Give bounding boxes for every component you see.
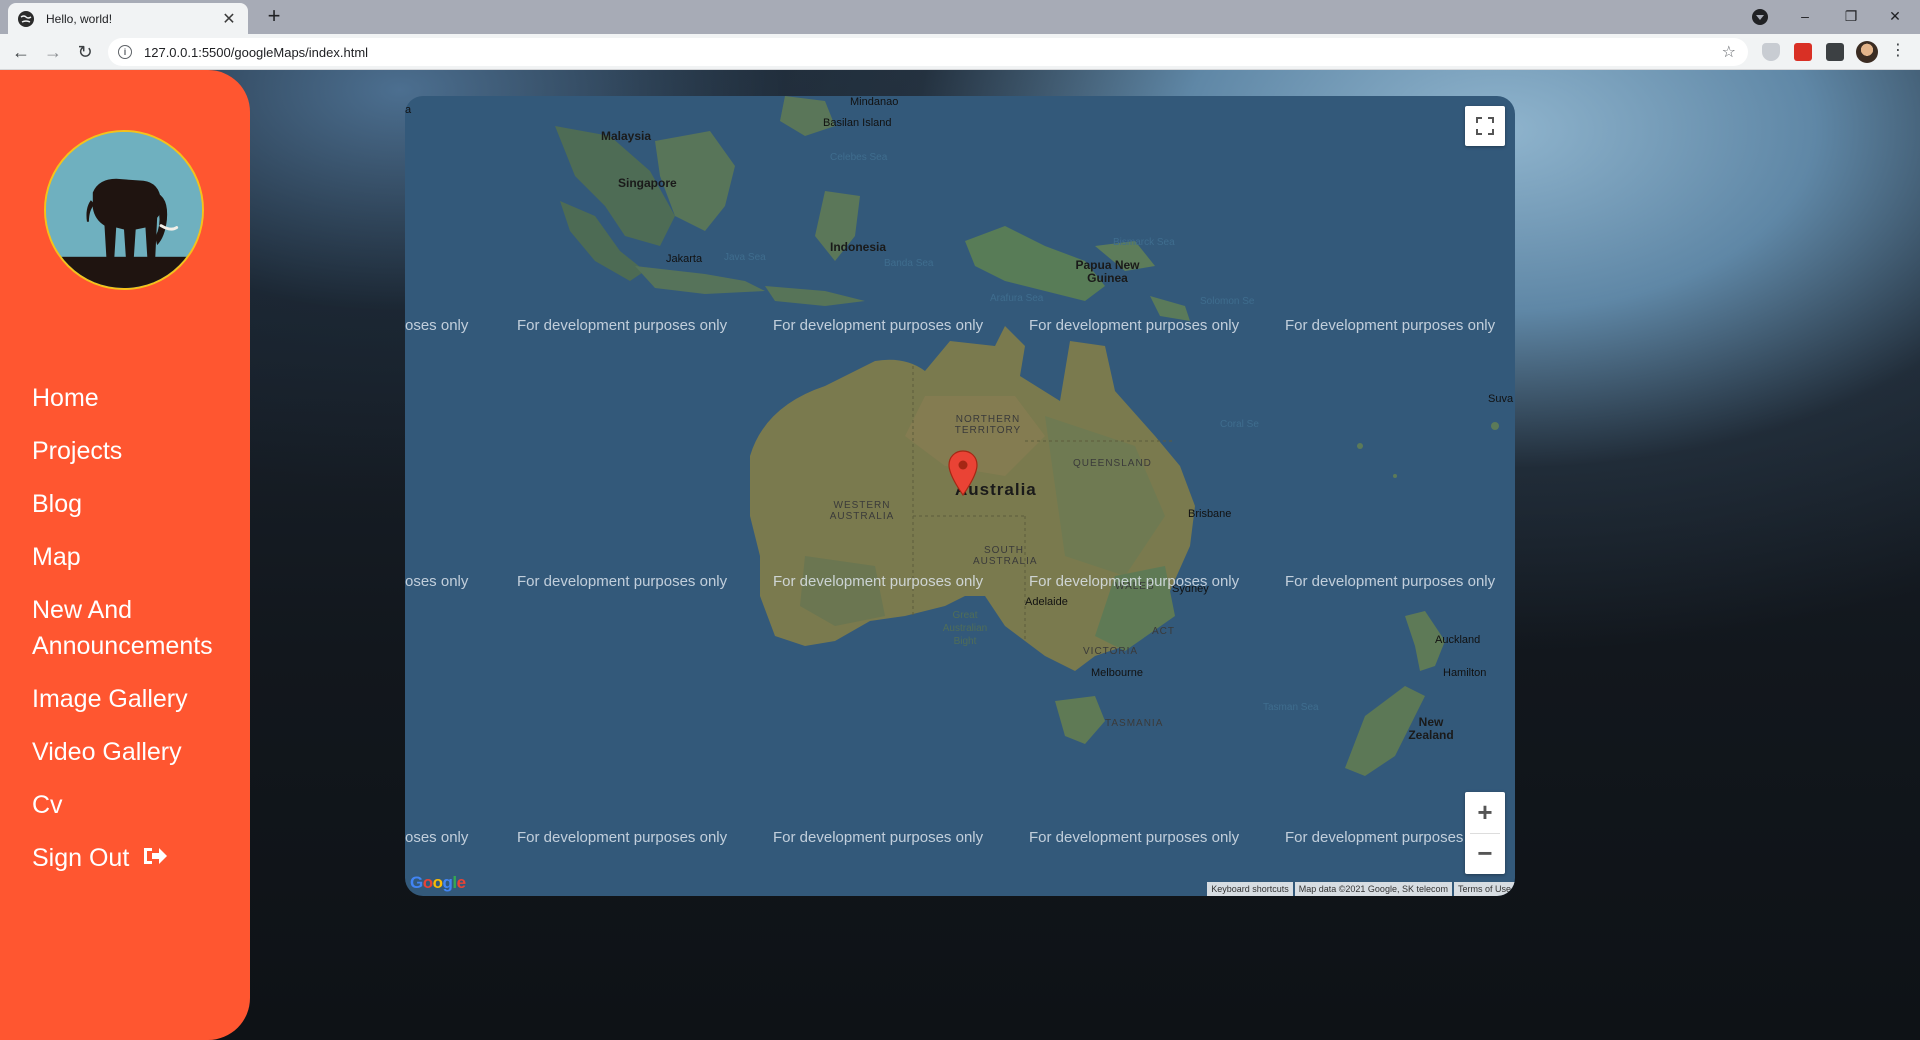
nav-map[interactable]: Map <box>32 539 232 575</box>
elephant-avatar <box>44 130 204 290</box>
kebab-menu-icon[interactable]: ⋮ <box>1890 42 1906 60</box>
dev-watermark: oses only <box>405 829 469 846</box>
map-marker-icon[interactable] <box>948 450 978 496</box>
dev-watermark: For development purposes only <box>517 829 728 846</box>
keyboard-shortcuts-link[interactable]: Keyboard shortcuts <box>1207 882 1293 896</box>
profile-avatar[interactable] <box>1856 41 1878 63</box>
address-bar[interactable]: i 127.0.0.1:5500/googleMaps/index.html ☆ <box>108 38 1748 66</box>
dev-watermark: For development purposes only <box>1029 317 1240 334</box>
label-victoria: VICTORIA <box>1083 646 1139 657</box>
restore-button[interactable]: ❐ <box>1836 4 1866 28</box>
label-basilan: Basilan Island <box>823 117 892 129</box>
red-extension-icon[interactable] <box>1794 43 1812 61</box>
label-arafura-sea: Arafura Sea <box>990 293 1044 304</box>
nav-news-announcements[interactable]: New And Announcements <box>32 592 232 664</box>
label-banda-sea: Banda Sea <box>884 258 934 269</box>
nav-blog[interactable]: Blog <box>32 486 232 522</box>
window-close-button[interactable]: ✕ <box>1880 4 1910 28</box>
nav-image-gallery[interactable]: Image Gallery <box>32 681 232 717</box>
puzzle-extensions-icon[interactable] <box>1826 43 1844 61</box>
sign-out-icon <box>142 841 168 877</box>
dev-watermark: For development purposes only <box>1285 829 1496 846</box>
label-tasmania: TASMANIA <box>1105 718 1164 729</box>
back-button[interactable]: ← <box>8 40 34 64</box>
label-coral-sea: Coral Se <box>1220 419 1259 430</box>
label-celebes-sea: Celebes Sea <box>830 152 888 163</box>
label-act: ACT <box>1152 626 1175 637</box>
browser-tabstrip: Hello, world! ✕ + – ❐ ✕ <box>0 0 1920 34</box>
label-java-sea: Java Sea <box>724 252 766 263</box>
dev-watermark: For development purposes only <box>1029 829 1240 846</box>
zoom-in-button[interactable]: + <box>1465 793 1505 833</box>
label-tasman-sea: Tasman Sea <box>1263 702 1319 713</box>
zoom-out-button[interactable]: − <box>1465 834 1505 874</box>
info-icon[interactable]: i <box>118 45 132 59</box>
label-south-australia: SOUTH AUSTRALIA <box>973 545 1038 567</box>
label-great-australian-bight: Great Australian Bight <box>942 610 988 647</box>
zoom-control: + − <box>1465 792 1505 874</box>
dev-watermark: For development purposes only <box>773 573 984 590</box>
label-bismarck-sea: Bismarck Sea <box>1113 237 1175 248</box>
google-logo[interactable]: Google <box>410 873 466 893</box>
fullscreen-button[interactable] <box>1465 106 1505 146</box>
dev-watermark: For development purposes only <box>517 317 728 334</box>
terms-of-use-link[interactable]: Terms of Use <box>1453 882 1515 896</box>
map-attribution: Keyboard shortcuts Map data ©2021 Google… <box>1205 882 1515 896</box>
forward-button[interactable]: → <box>40 40 66 64</box>
nav-projects[interactable]: Projects <box>32 433 232 469</box>
dev-watermark: For development purposes only <box>1029 573 1240 590</box>
label-indonesia: Indonesia <box>830 240 887 254</box>
dev-watermark: For development purposes only <box>1285 317 1496 334</box>
shield-extension-icon[interactable] <box>1762 43 1780 61</box>
close-tab-icon[interactable]: ✕ <box>220 9 238 29</box>
label-brisbane: Brisbane <box>1188 508 1232 520</box>
label-northern-territory: NORTHERN TERRITORY <box>954 414 1022 436</box>
nav-video-gallery[interactable]: Video Gallery <box>32 734 232 770</box>
sign-out-label: Sign Out <box>32 844 130 872</box>
label-solomon-sea: Solomon Se <box>1200 296 1255 307</box>
map-data-text: Map data ©2021 Google, SK telecom <box>1294 882 1452 896</box>
dev-watermark: For development purposes only <box>773 829 984 846</box>
sidebar-nav: Home Projects Blog Map New And Announcem… <box>32 380 232 894</box>
minimize-button[interactable]: – <box>1790 4 1820 28</box>
label-mindanao: Mindanao <box>850 96 899 108</box>
dev-watermark: For development purposes only <box>517 573 728 590</box>
label-western-australia: WESTERN AUSTRALIA <box>829 500 895 522</box>
label-adelaide: Adelaide <box>1025 596 1068 608</box>
tab-title: Hello, world! <box>46 11 113 26</box>
url-text[interactable]: 127.0.0.1:5500/googleMaps/index.html <box>144 45 368 60</box>
label-partial-left: a <box>405 104 412 116</box>
sidebar: Home Projects Blog Map New And Announcem… <box>0 70 250 1040</box>
browser-toolbar: ← → ↻ i 127.0.0.1:5500/googleMaps/index.… <box>0 34 1920 70</box>
nav-cv[interactable]: Cv <box>32 787 232 823</box>
label-malaysia: Malaysia <box>601 129 652 143</box>
dev-watermark: For development purposes only <box>773 317 984 334</box>
label-queensland: QUEENSLAND <box>1073 458 1152 469</box>
google-map[interactable]: Mindanao Basilan Island Malaysia Celebes… <box>405 96 1515 896</box>
label-auckland: Auckland <box>1435 634 1481 646</box>
label-suva: Suva <box>1488 393 1514 405</box>
globe-icon <box>18 10 34 27</box>
tab-search-icon[interactable] <box>1752 9 1768 25</box>
nav-sign-out[interactable]: Sign Out <box>32 840 232 877</box>
label-jakarta: Jakarta <box>666 253 703 265</box>
label-new-zealand: New Zealand <box>1408 715 1454 742</box>
dev-watermark: oses only <box>405 317 469 334</box>
nav-home[interactable]: Home <box>32 380 232 416</box>
new-tab-button[interactable]: + <box>260 5 288 29</box>
page-background: Home Projects Blog Map New And Announcem… <box>0 70 1920 1040</box>
browser-tab[interactable]: Hello, world! ✕ <box>8 3 248 34</box>
bookmark-star-icon[interactable]: ☆ <box>1722 42 1736 62</box>
label-hamilton: Hamilton <box>1443 667 1487 679</box>
label-singapore: Singapore <box>618 176 677 190</box>
reload-button[interactable]: ↻ <box>72 40 98 64</box>
label-melbourne: Melbourne <box>1091 667 1143 679</box>
dev-watermark: oses only <box>405 573 469 590</box>
dev-watermark: For development purposes only <box>1285 573 1496 590</box>
fullscreen-icon <box>1476 117 1494 135</box>
label-papua-new-guinea: Papua New Guinea <box>1075 258 1140 285</box>
